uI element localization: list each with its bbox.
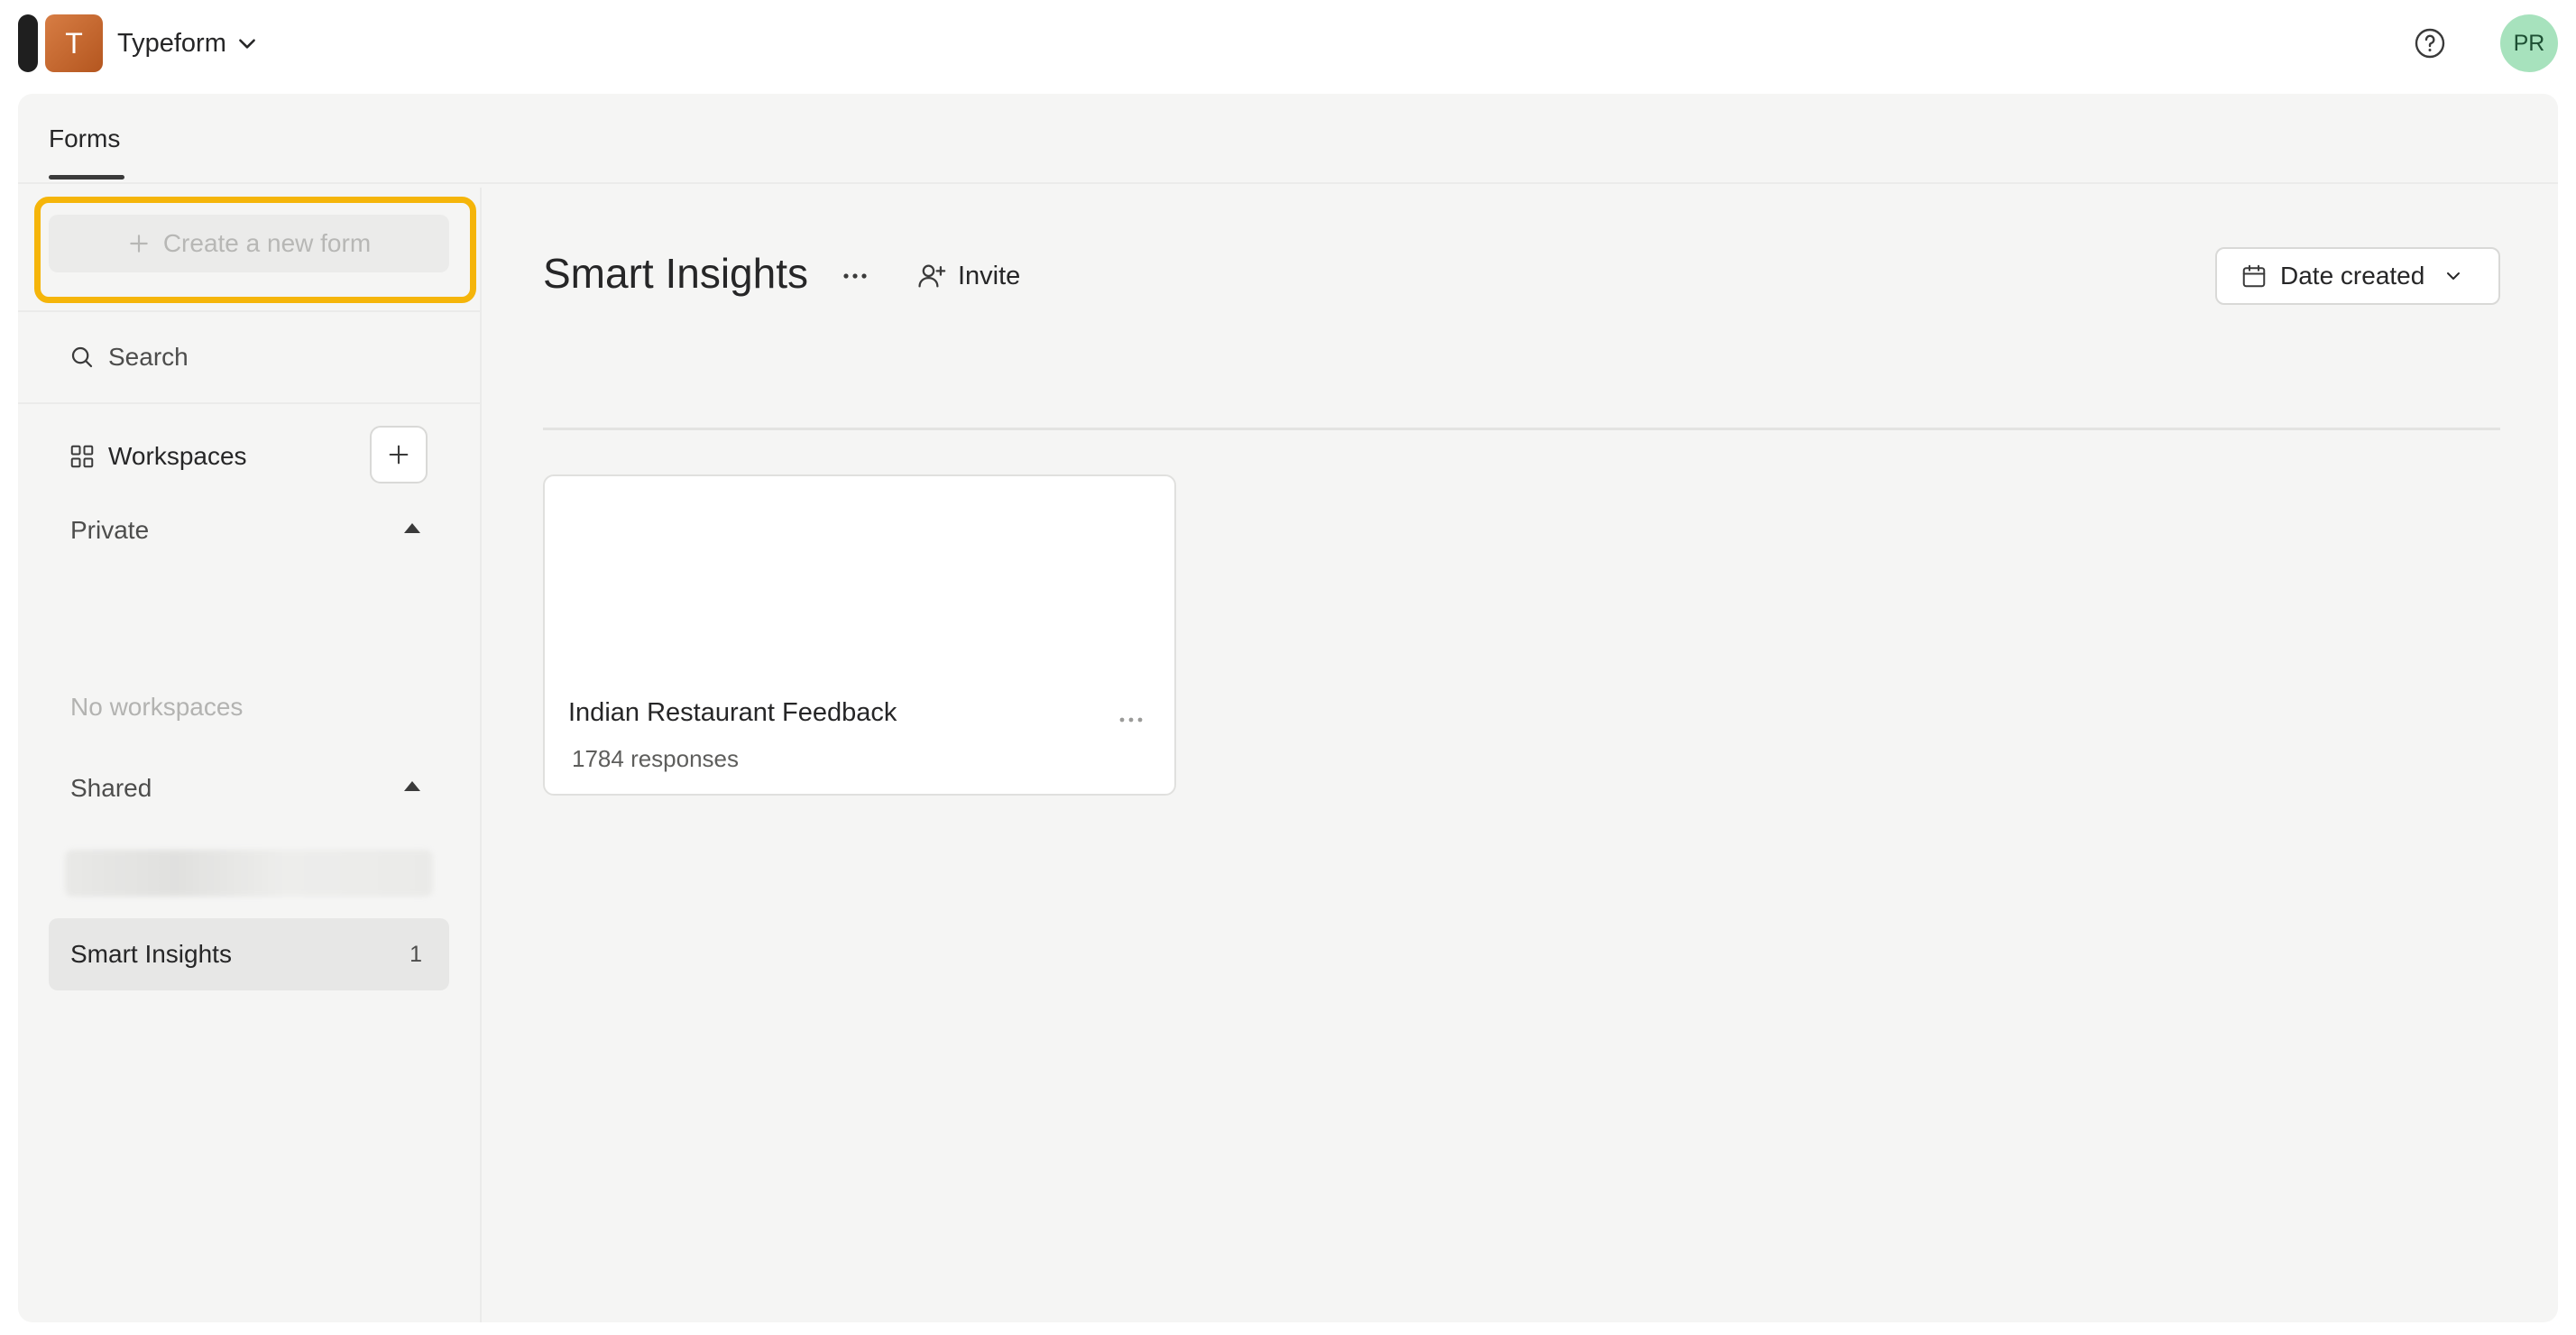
plus-icon	[389, 445, 409, 465]
grid-icon	[70, 445, 94, 468]
shared-section-label[interactable]: Shared	[70, 774, 152, 803]
sort-dropdown[interactable]: Date created	[2215, 247, 2500, 305]
caret-up-icon[interactable]	[404, 523, 420, 533]
sidebar: Create a new form Search Workspaces Priv…	[18, 188, 482, 1322]
sort-label: Date created	[2280, 262, 2425, 290]
add-workspace-button[interactable]	[370, 426, 428, 483]
search-input[interactable]: Search	[69, 328, 189, 386]
create-form-label: Create a new form	[162, 229, 372, 257]
plus-icon	[130, 235, 148, 253]
main-panel: Forms Create a new form Search Workspace…	[18, 94, 2558, 1322]
form-title: Indian Restaurant Feedback	[568, 698, 897, 727]
form-menu-button[interactable]	[1113, 702, 1149, 738]
user-avatar[interactable]: PR	[2500, 14, 2558, 72]
help-icon	[2415, 28, 2445, 59]
form-response-count: 1784 responses	[572, 745, 740, 772]
calendar-icon	[2242, 264, 2266, 288]
create-form-button[interactable]: Create a new form	[49, 215, 449, 272]
invite-label: Invite	[958, 261, 1021, 290]
workspaces-label: Workspaces	[108, 442, 247, 470]
workspace-content: Smart Insights Invite Date created India…	[482, 188, 2558, 1322]
chevron-down-icon	[238, 39, 255, 49]
workspaces-header: Workspaces	[69, 437, 247, 476]
org-switcher[interactable]: Typeform	[117, 23, 259, 63]
chevron-down-icon	[2447, 272, 2461, 280]
divider	[543, 428, 2500, 430]
workspace-menu-button[interactable]	[837, 258, 873, 294]
org-logo-letter: T	[65, 26, 83, 60]
tab-active-indicator	[49, 175, 124, 180]
org-logo[interactable]: T	[45, 14, 103, 72]
caret-up-icon[interactable]	[404, 781, 420, 791]
help-button[interactable]	[2414, 27, 2446, 60]
tab-bar: Forms	[18, 94, 2558, 184]
sidebar-item-label: Smart Insights	[70, 940, 232, 968]
avatar-initials: PR	[2513, 30, 2545, 56]
sidebar-item-count: 1	[409, 942, 422, 967]
blurred-workspace-item[interactable]	[65, 850, 433, 897]
divider	[18, 402, 482, 404]
no-workspaces-text: No workspaces	[70, 693, 244, 721]
private-section-label[interactable]: Private	[70, 516, 149, 545]
org-name: Typeform	[117, 28, 226, 58]
search-label: Search	[108, 343, 189, 371]
user-plus-icon	[918, 264, 946, 288]
invite-button[interactable]: Invite	[916, 253, 1020, 299]
sidebar-item-smart-insights[interactable]: Smart Insights 1	[49, 918, 449, 990]
more-horizontal-icon	[1119, 717, 1143, 723]
top-bar: T Typeform PR	[0, 0, 2576, 94]
tab-forms[interactable]: Forms	[49, 124, 120, 153]
page-title: Smart Insights	[543, 250, 808, 297]
more-horizontal-icon	[843, 273, 867, 279]
app-switcher-handle[interactable]	[18, 14, 38, 72]
form-card[interactable]: Indian Restaurant Feedback 1784 response…	[543, 474, 1176, 796]
divider	[18, 310, 482, 312]
search-icon	[71, 346, 93, 368]
